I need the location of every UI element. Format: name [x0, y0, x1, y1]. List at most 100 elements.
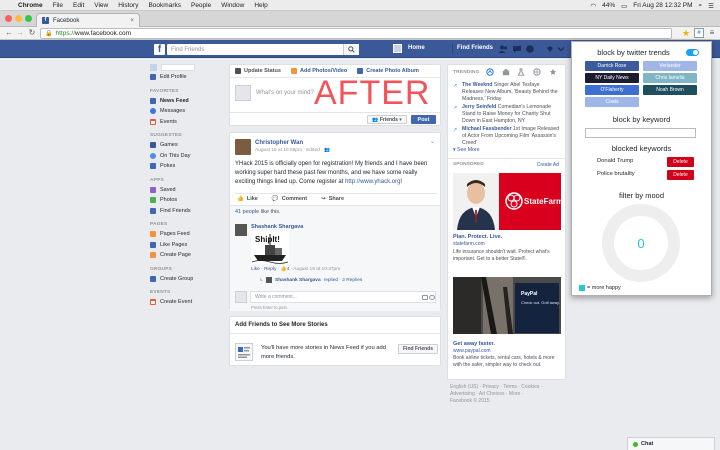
- trending-entertainment-icon[interactable]: [549, 68, 557, 76]
- tab-update-status[interactable]: Update Status: [235, 68, 281, 74]
- find-friends-button[interactable]: Find Friends: [398, 344, 438, 354]
- notifications-icon[interactable]: [525, 44, 535, 54]
- chrome-menu-icon[interactable]: ≡: [707, 28, 717, 38]
- trending-science-icon[interactable]: [517, 68, 525, 76]
- audience-selector-button[interactable]: 👥 Friends ▾: [367, 115, 407, 124]
- keyword-input[interactable]: [585, 128, 696, 138]
- twitter-trends-toggle[interactable]: [686, 49, 699, 56]
- comment-like-count[interactable]: 👍4: [281, 267, 290, 272]
- emoji-icon[interactable]: [429, 295, 435, 300]
- paypal-ad-image[interactable]: PayPal Check out. Golf away.: [453, 277, 561, 334]
- sidebar-item-on-this-day[interactable]: On This Day: [150, 151, 226, 162]
- sidebar-item-find-friends[interactable]: Find Friends: [150, 206, 226, 217]
- sidebar-item-games[interactable]: Games: [150, 140, 226, 151]
- chat-sidebar-tab[interactable]: Chat: [627, 437, 715, 450]
- privacy-shortcuts-icon[interactable]: [545, 44, 555, 54]
- like-button[interactable]: 👍 Like: [237, 196, 258, 202]
- ad-url-link[interactable]: www.paypal.com: [453, 348, 491, 354]
- statefarm-ad-image[interactable]: StateFarm: [453, 173, 561, 230]
- create-ad-link[interactable]: Create Ad: [537, 162, 559, 168]
- trend-chip-2[interactable]: Verlander: [643, 61, 697, 71]
- post-link[interactable]: http://www.yhack.org: [345, 179, 400, 185]
- trend-item-3[interactable]: ↗ Michael Fassbender 1st Image Released …: [453, 126, 563, 147]
- back-arrow-icon[interactable]: ←: [4, 28, 14, 38]
- extension-icon[interactable]: #: [694, 28, 704, 38]
- likes-count-link[interactable]: 41 people: [235, 209, 259, 215]
- sidebar-item-saved[interactable]: Saved: [150, 185, 226, 196]
- ad-title-link[interactable]: Get away faster.: [453, 341, 495, 347]
- trending-top-icon[interactable]: [486, 68, 494, 76]
- trend-chip-1[interactable]: Darrick Rose: [585, 61, 639, 71]
- status-input[interactable]: What's on your mind?: [256, 90, 314, 96]
- menu-people[interactable]: People: [191, 2, 211, 9]
- profile-name-box[interactable]: [161, 63, 195, 71]
- nav-home-link[interactable]: Home: [408, 45, 425, 51]
- camera-icon[interactable]: [422, 295, 428, 300]
- delete-keyword-button[interactable]: Delete: [667, 157, 694, 167]
- sidebar-item-photos[interactable]: Photos: [150, 195, 226, 206]
- trending-politics-icon[interactable]: [502, 68, 510, 76]
- comment-like-link[interactable]: Like: [251, 267, 260, 272]
- post-button[interactable]: Post: [411, 115, 436, 124]
- ad-url-link[interactable]: statefarm.com: [453, 241, 485, 247]
- close-tab-icon[interactable]: ×: [130, 18, 134, 24]
- menu-file[interactable]: File: [53, 2, 63, 9]
- trend-chip-5[interactable]: O'Flaherty: [585, 85, 639, 95]
- menu-help[interactable]: Help: [254, 2, 267, 9]
- messages-icon[interactable]: [512, 44, 522, 54]
- sidebar-item-edit-profile[interactable]: Edit Profile: [150, 72, 226, 83]
- comment-input[interactable]: Write a comment...: [250, 291, 436, 303]
- trend-item-1[interactable]: ↗ The Weeknd Singer Abel Tesfaye Release…: [453, 82, 563, 103]
- trend-chip-7[interactable]: Coats: [585, 97, 639, 107]
- trend-chip-4[interactable]: Chris Iamelia: [643, 73, 697, 83]
- account-settings-chevron-icon[interactable]: [556, 44, 566, 54]
- comment-image[interactable]: ShipIt!: [251, 231, 289, 264]
- nav-find-friends-link[interactable]: Find Friends: [457, 45, 493, 51]
- share-button[interactable]: ↪ Share: [321, 196, 344, 202]
- search-input[interactable]: Find Friends: [167, 44, 359, 55]
- sidebar-item-like-pages[interactable]: Like Pages: [150, 240, 226, 251]
- sidebar-item-events[interactable]: Events: [150, 117, 226, 128]
- clock[interactable]: Fri Aug 28 12:32 PM: [633, 2, 692, 9]
- friend-requests-icon[interactable]: [498, 44, 508, 54]
- sidebar-item-create-page[interactable]: Create Page: [150, 250, 226, 261]
- sidebar-item-messages[interactable]: Messages: [150, 106, 226, 117]
- trend-item-2[interactable]: ↗ Jerry Seinfeld Comedian's Lemonade Sta…: [453, 104, 563, 125]
- notification-center-icon[interactable]: ☰: [708, 2, 714, 10]
- facebook-logo[interactable]: f: [154, 44, 165, 55]
- minimize-window-button[interactable]: [15, 15, 22, 22]
- wifi-icon[interactable]: ◠: [590, 2, 596, 10]
- ad-title-link[interactable]: Plan. Protect. Live.: [453, 234, 502, 240]
- menu-app[interactable]: Chrome: [18, 2, 43, 9]
- delete-keyword-button[interactable]: Delete: [667, 170, 694, 180]
- menu-view[interactable]: View: [94, 2, 108, 9]
- address-bar[interactable]: 🔒 https://www.facebook.com: [40, 28, 672, 39]
- battery-icon[interactable]: ▭: [621, 2, 627, 10]
- browser-tab[interactable]: f Facebook ×: [36, 13, 140, 27]
- sidebar-item-news-feed[interactable]: News Feed: [150, 96, 226, 107]
- see-more-link[interactable]: ▾ See More: [453, 147, 480, 153]
- menu-history[interactable]: History: [118, 2, 138, 9]
- comment-author-link[interactable]: Shashank Shargava: [251, 224, 303, 230]
- avatar[interactable]: [235, 224, 247, 236]
- comment-button[interactable]: 💬 Comment: [272, 196, 307, 202]
- profile-avatar[interactable]: [393, 44, 402, 53]
- comment-reply-link[interactable]: Reply: [264, 267, 276, 272]
- spotlight-icon[interactable]: ⌕: [699, 2, 703, 10]
- avatar[interactable]: [150, 63, 157, 71]
- bookmark-star-icon[interactable]: ★: [681, 28, 691, 38]
- avatar[interactable]: [235, 139, 251, 155]
- search-button[interactable]: [343, 44, 359, 55]
- sidebar-item-pages-feed[interactable]: Pages Feed: [150, 229, 226, 240]
- maximize-window-button[interactable]: [25, 15, 32, 22]
- menu-bookmarks[interactable]: Bookmarks: [148, 2, 181, 9]
- footer-links-1[interactable]: English (US) · Privacy · Terms · Cookies…: [450, 384, 570, 391]
- forward-arrow-icon[interactable]: →: [15, 28, 25, 38]
- trending-sports-icon[interactable]: [533, 68, 541, 76]
- mood-gauge[interactable]: 0: [602, 204, 680, 282]
- post-options-chevron-icon[interactable]: ⌄: [430, 138, 435, 145]
- trend-chip-3[interactable]: NY Daily News: [585, 73, 639, 83]
- replies-link[interactable]: ↳ Shashank Shargava replied · 2 Replies: [259, 277, 362, 283]
- sidebar-profile[interactable]: [150, 62, 226, 72]
- sidebar-item-create-group[interactable]: Create Group: [150, 274, 226, 285]
